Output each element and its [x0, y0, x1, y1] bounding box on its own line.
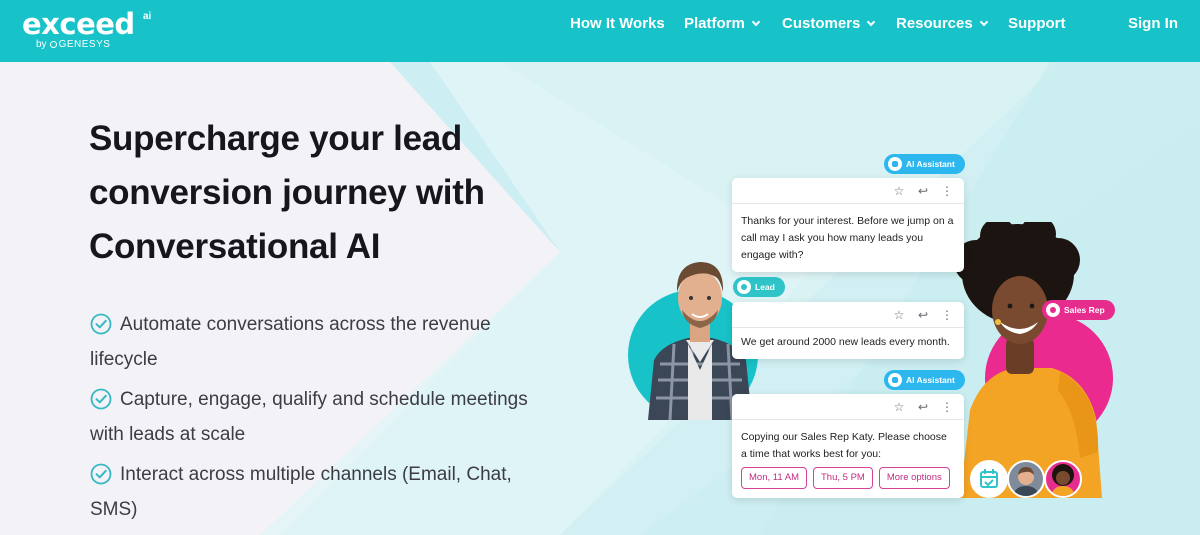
- star-icon[interactable]: ☆: [892, 399, 906, 415]
- nav-how-it-works[interactable]: How It Works: [570, 15, 665, 33]
- chat-message-text: We get around 2000 new leads every month…: [741, 336, 950, 348]
- check-circle-icon: [90, 388, 112, 410]
- chevron-down-icon: [867, 17, 876, 27]
- check-circle-icon: [90, 463, 112, 485]
- chevron-down-icon: [979, 17, 988, 27]
- chat-message-card: ☆ ↩ ⋮ We get around 2000 new leads every…: [732, 302, 964, 359]
- feature-text: Interact across multiple channels (Email…: [90, 464, 512, 520]
- robot-icon: [888, 157, 902, 171]
- lead-tag: Lead: [733, 277, 785, 297]
- time-slot-options: Mon, 11 AM Thu, 5 PM More options: [732, 467, 964, 498]
- sales-rep-tag-label: Sales Rep: [1064, 305, 1105, 315]
- nav-how-it-works-label: How It Works: [570, 15, 665, 32]
- star-icon[interactable]: ☆: [892, 183, 906, 199]
- chat-message-text: Thanks for your interest. Before we jump…: [741, 215, 954, 261]
- more-options-button[interactable]: More options: [878, 467, 950, 489]
- feature-item: Capture, engage, qualify and schedule me…: [90, 382, 560, 452]
- logo-by-text: by: [36, 39, 47, 50]
- top-nav: exceed ai by GENESYS How It Works Platfor…: [0, 0, 1200, 62]
- user-icon: [737, 280, 751, 294]
- feature-item: Automate conversations across the revenu…: [90, 307, 560, 377]
- star-icon[interactable]: ☆: [892, 307, 906, 323]
- chat-message-card: ☆ ↩ ⋮ Copying our Sales Rep Katy. Please…: [732, 394, 964, 498]
- more-vertical-icon[interactable]: ⋮: [940, 399, 954, 415]
- exceed-logo[interactable]: exceed ai by GENESYS: [22, 7, 151, 50]
- chat-message-card: ☆ ↩ ⋮ Thanks for your interest. Before w…: [732, 178, 964, 272]
- avatar: [1007, 460, 1045, 498]
- ai-assistant-tag-label: AI Assistant: [906, 159, 955, 169]
- nav-resources-label: Resources: [896, 15, 973, 32]
- nav-platform[interactable]: Platform: [684, 15, 761, 33]
- feature-text: Automate conversations across the revenu…: [90, 314, 491, 370]
- user-icon: [1046, 303, 1060, 317]
- feature-text: Capture, engage, qualify and schedule me…: [90, 389, 528, 445]
- participant-avatars: [970, 460, 1082, 498]
- nav-support-label: Support: [1008, 15, 1066, 32]
- card-toolbar: ☆ ↩ ⋮: [732, 394, 964, 420]
- more-vertical-icon[interactable]: ⋮: [940, 183, 954, 199]
- ai-assistant-tag: AI Assistant: [884, 370, 965, 390]
- check-circle-icon: [90, 313, 112, 335]
- reply-icon[interactable]: ↩: [916, 183, 930, 199]
- reply-icon[interactable]: ↩: [916, 399, 930, 415]
- ai-assistant-tag-label: AI Assistant: [906, 375, 955, 385]
- feature-item: Interact across multiple channels (Email…: [90, 457, 560, 527]
- genesys-mark-icon: [49, 41, 57, 48]
- nav-customers-label: Customers: [782, 15, 861, 32]
- sales-rep-person-image: [954, 222, 1102, 498]
- card-toolbar: ☆ ↩ ⋮: [732, 302, 964, 328]
- lead-tag-label: Lead: [755, 282, 775, 292]
- sign-in-link[interactable]: Sign In: [1128, 15, 1178, 33]
- reply-icon[interactable]: ↩: [916, 307, 930, 323]
- chat-message-text: Copying our Sales Rep Katy. Please choos…: [741, 431, 947, 460]
- nav-support[interactable]: Support: [1008, 15, 1066, 33]
- ai-assistant-tag: AI Assistant: [884, 154, 965, 174]
- hero-headline: Supercharge your lead conversion journey…: [89, 119, 485, 266]
- logo-byline: by GENESYS: [36, 39, 110, 50]
- nav-resources[interactable]: Resources: [896, 15, 988, 33]
- sales-rep-tag: Sales Rep: [1042, 300, 1115, 320]
- logo-wordmark: exceed: [22, 7, 135, 41]
- feature-list: Automate conversations across the revenu…: [90, 307, 560, 532]
- time-slot-button[interactable]: Mon, 11 AM: [741, 467, 807, 489]
- chevron-down-icon: [751, 17, 761, 27]
- time-slot-button[interactable]: Thu, 5 PM: [813, 467, 873, 489]
- nav-platform-label: Platform: [684, 15, 745, 32]
- sign-in-label: Sign In: [1128, 15, 1178, 32]
- logo-parent-text: GENESYS: [58, 39, 111, 50]
- avatar: [1044, 460, 1082, 498]
- logo-ai-suffix: ai: [143, 11, 152, 22]
- robot-icon: [888, 373, 902, 387]
- card-toolbar: ☆ ↩ ⋮: [732, 178, 964, 204]
- nav-customers[interactable]: Customers: [782, 15, 876, 33]
- more-vertical-icon[interactable]: ⋮: [940, 307, 954, 323]
- calendar-icon: [970, 460, 1008, 498]
